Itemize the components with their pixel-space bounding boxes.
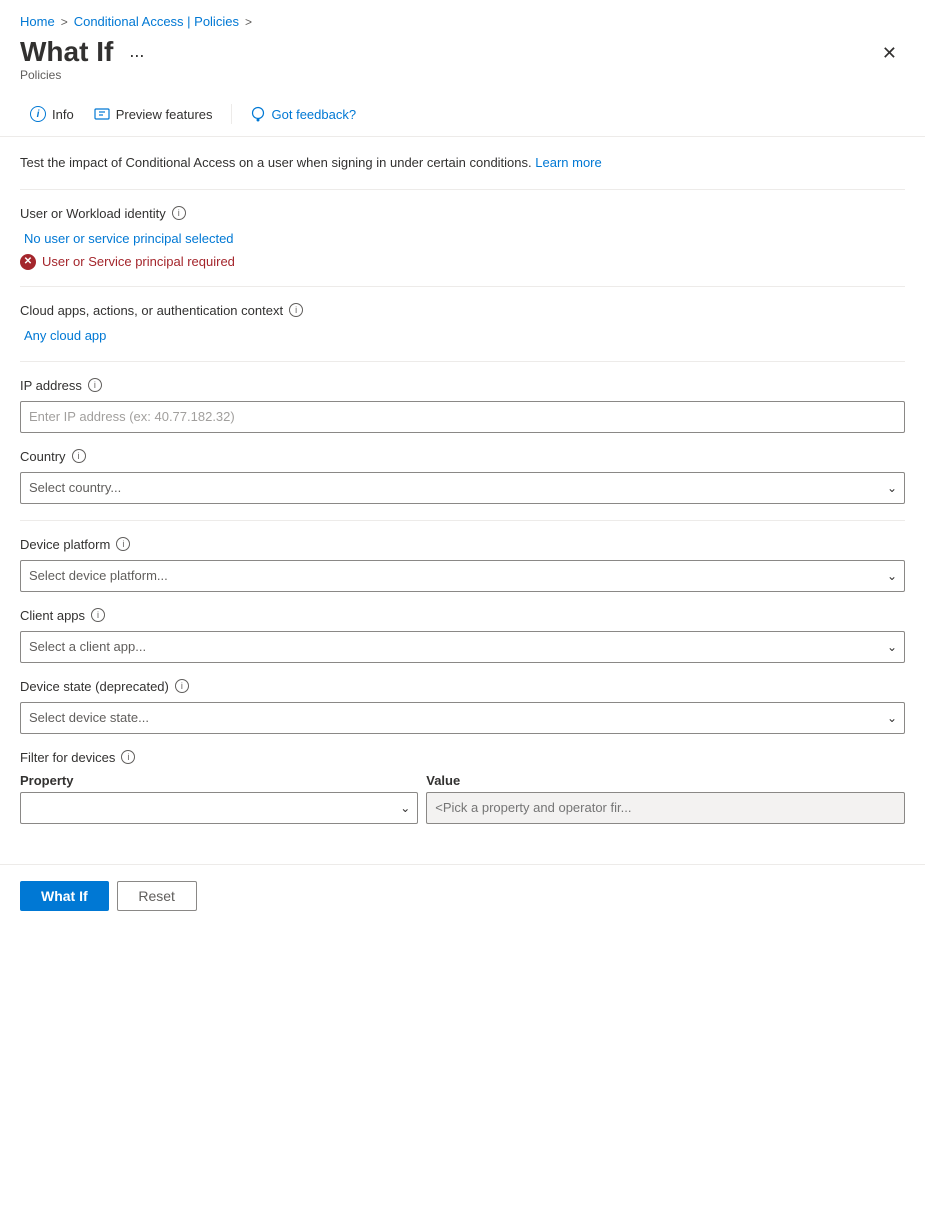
cloud-apps-value[interactable]: Any cloud app <box>20 326 905 345</box>
info-label: Info <box>52 107 74 122</box>
feedback-label: Got feedback? <box>272 107 357 122</box>
user-identity-field: User or Workload identity i No user or s… <box>20 206 905 270</box>
country-field: Country i Select country... ⌄ <box>20 449 905 504</box>
feedback-button[interactable]: Got feedback? <box>240 100 367 128</box>
filter-property-header: Property <box>20 773 418 788</box>
header-row: What If ... ✕ <box>0 33 925 68</box>
reset-button[interactable]: Reset <box>117 881 197 911</box>
breadcrumb-chevron-2: > <box>245 15 252 29</box>
preview-features-button[interactable]: Preview features <box>84 100 223 128</box>
user-identity-info-icon[interactable]: i <box>172 206 186 220</box>
device-state-select-wrapper: Select device state... ⌄ <box>20 702 905 734</box>
ip-address-info-icon[interactable]: i <box>88 378 102 392</box>
country-select[interactable]: Select country... <box>20 472 905 504</box>
panel: Home > Conditional Access | Policies > W… <box>0 0 925 1230</box>
content: Test the impact of Conditional Access on… <box>0 137 925 856</box>
divider-1 <box>20 189 905 190</box>
ip-address-field: IP address i <box>20 378 905 433</box>
more-options-button[interactable]: ... <box>123 39 150 64</box>
filter-devices-label: Filter for devices i <box>20 750 905 765</box>
filter-property-select[interactable] <box>20 792 418 824</box>
device-platform-info-icon[interactable]: i <box>116 537 130 551</box>
client-apps-select[interactable]: Select a client app... <box>20 631 905 663</box>
filter-devices-info-icon[interactable]: i <box>121 750 135 764</box>
what-if-button[interactable]: What If <box>20 881 109 911</box>
client-apps-label: Client apps i <box>20 608 905 623</box>
error-text: User or Service principal required <box>42 254 235 269</box>
error-icon: ✕ <box>20 254 36 270</box>
filter-value-input <box>426 792 905 824</box>
info-button[interactable]: i Info <box>20 100 84 128</box>
breadcrumb-chevron-1: > <box>61 15 68 29</box>
filter-header: Property Value <box>20 773 905 788</box>
device-state-field: Device state (deprecated) i Select devic… <box>20 679 905 734</box>
device-state-select[interactable]: Select device state... <box>20 702 905 734</box>
cloud-apps-field: Cloud apps, actions, or authentication c… <box>20 303 905 345</box>
client-apps-field: Client apps i Select a client app... ⌄ <box>20 608 905 663</box>
learn-more-link[interactable]: Learn more <box>535 155 601 170</box>
ip-address-label: IP address i <box>20 378 905 393</box>
user-identity-label: User or Workload identity i <box>20 206 905 221</box>
country-label: Country i <box>20 449 905 464</box>
ip-address-input[interactable] <box>20 401 905 433</box>
subtitle: Policies <box>0 68 925 92</box>
feedback-icon <box>250 106 266 122</box>
device-platform-label: Device platform i <box>20 537 905 552</box>
breadcrumb-conditional-access[interactable]: Conditional Access | Policies <box>74 14 239 29</box>
title-area: What If ... <box>20 36 150 68</box>
user-identity-value[interactable]: No user or service principal selected <box>20 229 905 248</box>
cloud-apps-info-icon[interactable]: i <box>289 303 303 317</box>
footer: What If Reset <box>0 864 925 931</box>
breadcrumb: Home > Conditional Access | Policies > <box>0 0 925 33</box>
client-apps-select-wrapper: Select a client app... ⌄ <box>20 631 905 663</box>
divider-3 <box>20 361 905 362</box>
device-platform-select-wrapper: Select device platform... ⌄ <box>20 560 905 592</box>
filter-row: ⌄ <box>20 792 905 824</box>
info-icon: i <box>30 106 46 122</box>
filter-property-select-wrapper: ⌄ <box>20 792 418 824</box>
close-button[interactable]: ✕ <box>874 39 905 68</box>
error-row: ✕ User or Service principal required <box>20 254 905 270</box>
device-platform-field: Device platform i Select device platform… <box>20 537 905 592</box>
cloud-apps-label: Cloud apps, actions, or authentication c… <box>20 303 905 318</box>
preview-features-label: Preview features <box>116 107 213 122</box>
breadcrumb-home[interactable]: Home <box>20 14 55 29</box>
device-platform-select[interactable]: Select device platform... <box>20 560 905 592</box>
preview-icon <box>94 106 110 122</box>
divider-4 <box>20 520 905 521</box>
toolbar: i Info Preview features Got feedback? <box>0 92 925 137</box>
device-state-label: Device state (deprecated) i <box>20 679 905 694</box>
divider-2 <box>20 286 905 287</box>
device-state-info-icon[interactable]: i <box>175 679 189 693</box>
toolbar-divider <box>231 104 232 124</box>
country-select-wrapper: Select country... ⌄ <box>20 472 905 504</box>
country-info-icon[interactable]: i <box>72 449 86 463</box>
filter-value-header: Value <box>426 773 905 788</box>
client-apps-info-icon[interactable]: i <box>91 608 105 622</box>
description-text: Test the impact of Conditional Access on… <box>20 153 905 173</box>
filter-devices-field: Filter for devices i Property Value ⌄ <box>20 750 905 824</box>
page-title: What If <box>20 36 113 68</box>
